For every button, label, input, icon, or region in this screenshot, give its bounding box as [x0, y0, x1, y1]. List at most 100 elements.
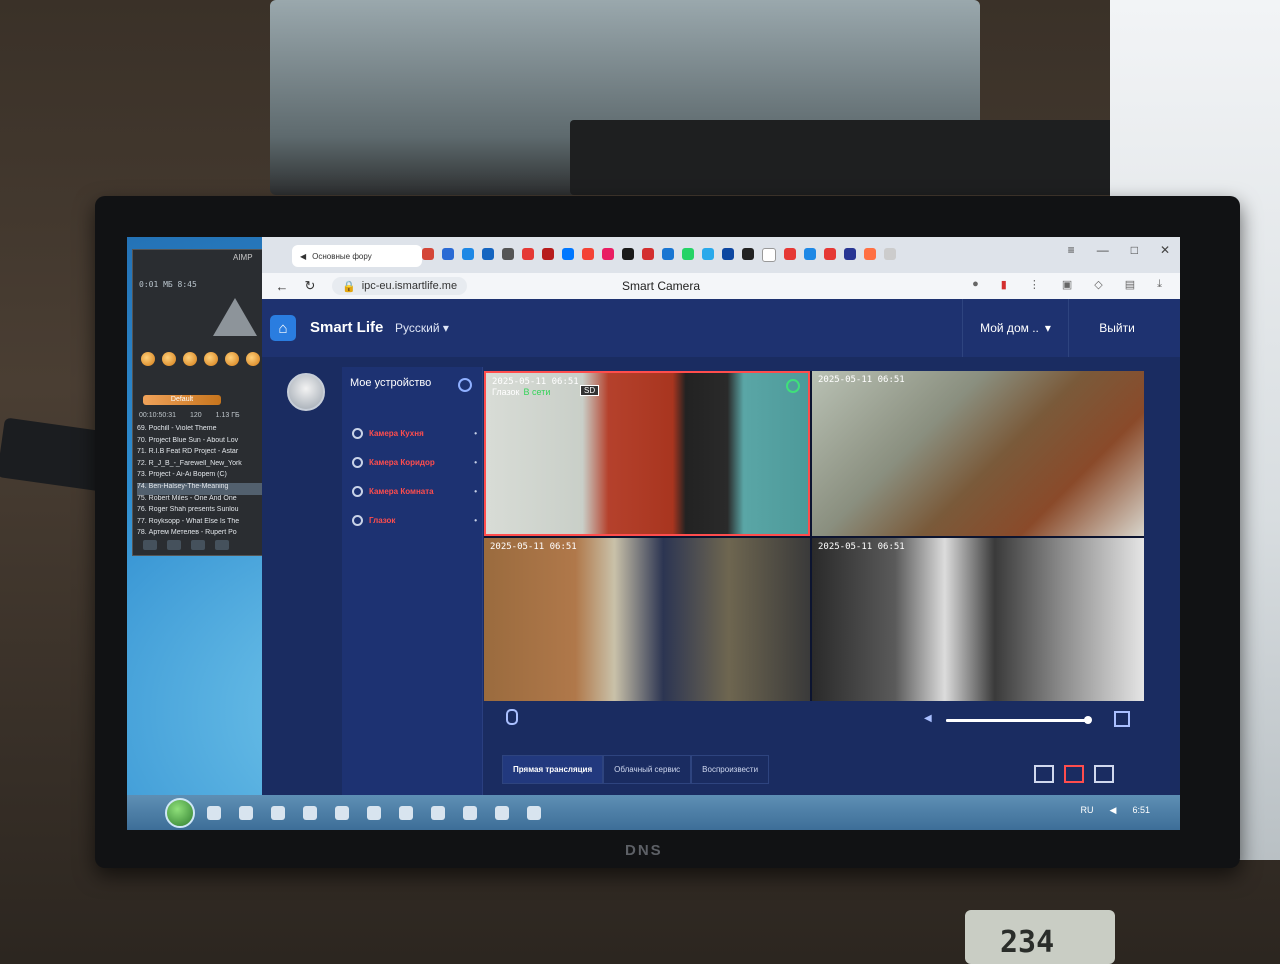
bookmark-icon[interactable]: [462, 248, 474, 260]
bookmark-icon[interactable]: [722, 248, 734, 260]
app-icon[interactable]: [431, 805, 445, 820]
knob-icon[interactable]: [162, 352, 176, 366]
playlist-item[interactable]: 72. R_J_B_-_Farewell_New_York: [137, 460, 265, 472]
app-icon[interactable]: [239, 805, 253, 820]
bookmark-icon[interactable]: [542, 248, 554, 260]
toolbar-right-icons[interactable]: ● ▮ ⋮ ▣ ◇ ▤ ⤓: [972, 278, 1162, 291]
nine-layout-icon[interactable]: [1094, 765, 1114, 783]
app-icon[interactable]: [271, 805, 285, 820]
app-icon[interactable]: [303, 805, 317, 820]
camera-feed-peephole[interactable]: 2025-05-11 06:51 Глазок В сети SD: [484, 371, 810, 536]
start-button[interactable]: [165, 797, 195, 828]
app-icon[interactable]: [495, 805, 509, 820]
vk-icon[interactable]: [562, 248, 574, 260]
volume-icon[interactable]: ◀: [924, 713, 932, 724]
fullscreen-icon[interactable]: [1114, 711, 1130, 727]
bookmark-icon[interactable]: [742, 248, 754, 260]
device-item-corridor[interactable]: Камера Коридор •: [352, 448, 477, 477]
camera-feed-room[interactable]: 2025-05-11 06:51: [812, 371, 1144, 536]
collections-icon[interactable]: ▤: [1125, 278, 1135, 291]
add-icon[interactable]: [143, 540, 157, 550]
close-icon[interactable]: ✕: [1160, 243, 1170, 257]
back-icon[interactable]: ←: [274, 279, 290, 294]
menu-icon[interactable]: ≡: [1068, 243, 1075, 257]
bookmark-icon[interactable]: [844, 248, 856, 260]
telegram-icon[interactable]: [702, 248, 714, 260]
device-item-kitchen[interactable]: Камера Кухня •: [352, 419, 477, 448]
knob-icon[interactable]: [141, 352, 155, 366]
bookmark-icon[interactable]: [642, 248, 654, 260]
gmail-icon[interactable]: [422, 248, 434, 260]
knob-icon[interactable]: [183, 352, 197, 366]
aimp-playlist[interactable]: 69. Pochill - Violet Theme 70. Project B…: [137, 425, 265, 541]
playlist-item[interactable]: 77. Royksopp - What Else Is The: [137, 518, 265, 530]
language-select[interactable]: Русский ▾: [395, 321, 449, 335]
playlist-item[interactable]: 70. Project Blue Sun - About Lov: [137, 437, 265, 449]
logout-button[interactable]: Выйти: [1077, 299, 1157, 357]
explorer-icon[interactable]: [207, 805, 221, 820]
tab-cloud[interactable]: Облачный сервис: [603, 755, 692, 784]
knob-icon[interactable]: [246, 352, 260, 366]
bookmark-icon[interactable]: [824, 248, 836, 260]
quad-layout-icon[interactable]: [1064, 765, 1084, 783]
home-logo-icon[interactable]: ⌂: [270, 315, 296, 341]
maximize-icon[interactable]: □: [1131, 243, 1138, 257]
sd-badge[interactable]: SD: [580, 385, 600, 396]
bookmark-icon[interactable]: [442, 248, 454, 260]
device-item-peephole[interactable]: Глазок •: [352, 506, 477, 535]
search-icon[interactable]: [215, 540, 229, 550]
app-icon[interactable]: [367, 805, 381, 820]
sort-icon[interactable]: [191, 540, 205, 550]
playlist-item[interactable]: 71. R.I.B Feat RD Project - Astar: [137, 448, 265, 460]
playlist-item[interactable]: 73. Project - Ai-Ai Bopem (C): [137, 471, 265, 483]
language-indicator[interactable]: RU: [1081, 805, 1094, 816]
app-icon[interactable]: [527, 805, 541, 820]
bookmark-icon[interactable]: [784, 248, 796, 260]
tab-playback[interactable]: Воспроизвести: [691, 755, 770, 784]
playlist-item[interactable]: 69. Pochill - Violet Theme: [137, 425, 265, 437]
aimp-equalizer-knobs[interactable]: [141, 352, 260, 366]
bookmark-icon[interactable]: [864, 248, 876, 260]
playlist-item[interactable]: 75. Robert Miles - One And One: [137, 495, 265, 507]
knob-icon[interactable]: [204, 352, 218, 366]
knob-icon[interactable]: [225, 352, 239, 366]
bookmark-icon[interactable]: [502, 248, 514, 260]
app-icon[interactable]: [335, 805, 349, 820]
volume-slider[interactable]: [946, 716, 1092, 724]
new-tab-icon[interactable]: [884, 248, 896, 260]
bookmark-icon[interactable]: [602, 248, 614, 260]
playlist-item-selected[interactable]: 74. Ben-Halsey-The-Meaning: [137, 482, 265, 495]
whatsapp-icon[interactable]: [682, 248, 694, 260]
bookmark-flag-icon[interactable]: ▮: [1001, 278, 1007, 291]
window-controls[interactable]: ≡ — □ ✕: [1068, 243, 1170, 257]
address-bar[interactable]: 🔒 ipc-eu.ismartlife.me: [332, 277, 468, 295]
bookmark-icon[interactable]: [662, 248, 674, 260]
minimize-icon[interactable]: —: [1097, 243, 1109, 257]
chat-icon[interactable]: ◇: [1094, 278, 1102, 291]
tab-live[interactable]: Прямая трансляция: [502, 755, 604, 784]
playlist-item[interactable]: 76. Roger Shah presents Sunlou: [137, 506, 265, 518]
camera-feed-kitchen[interactable]: 2025-05-11 06:51: [812, 538, 1144, 701]
volume-thumb[interactable]: [1084, 716, 1092, 724]
clock[interactable]: 6:51: [1132, 805, 1150, 816]
microphone-icon[interactable]: [506, 709, 518, 725]
app-icon[interactable]: [463, 805, 477, 820]
taskbar-icons[interactable]: [207, 805, 541, 820]
bookmark-icon[interactable]: [582, 248, 594, 260]
mic-icon[interactable]: ●: [972, 278, 979, 291]
home-selector[interactable]: Мой дом .. ▾: [962, 299, 1069, 357]
bookmark-icon[interactable]: [804, 248, 816, 260]
more-icon[interactable]: ⋮: [1029, 278, 1040, 291]
bookmark-icon[interactable]: [522, 248, 534, 260]
download-icon[interactable]: ⤓: [1157, 278, 1162, 291]
bookmark-icon[interactable]: [622, 248, 634, 260]
bookmark-icons[interactable]: [422, 248, 896, 262]
camera-feed-corridor[interactable]: 2025-05-11 06:51: [484, 538, 810, 701]
aimp-preset-button[interactable]: Default: [143, 395, 221, 405]
volume-tray-icon[interactable]: ◀: [1110, 805, 1117, 816]
single-layout-icon[interactable]: [1034, 765, 1054, 783]
reload-icon[interactable]: ↻: [302, 278, 318, 294]
active-tab-icon[interactable]: [762, 248, 776, 262]
settings-icon[interactable]: [458, 378, 472, 392]
avatar[interactable]: [287, 373, 325, 411]
